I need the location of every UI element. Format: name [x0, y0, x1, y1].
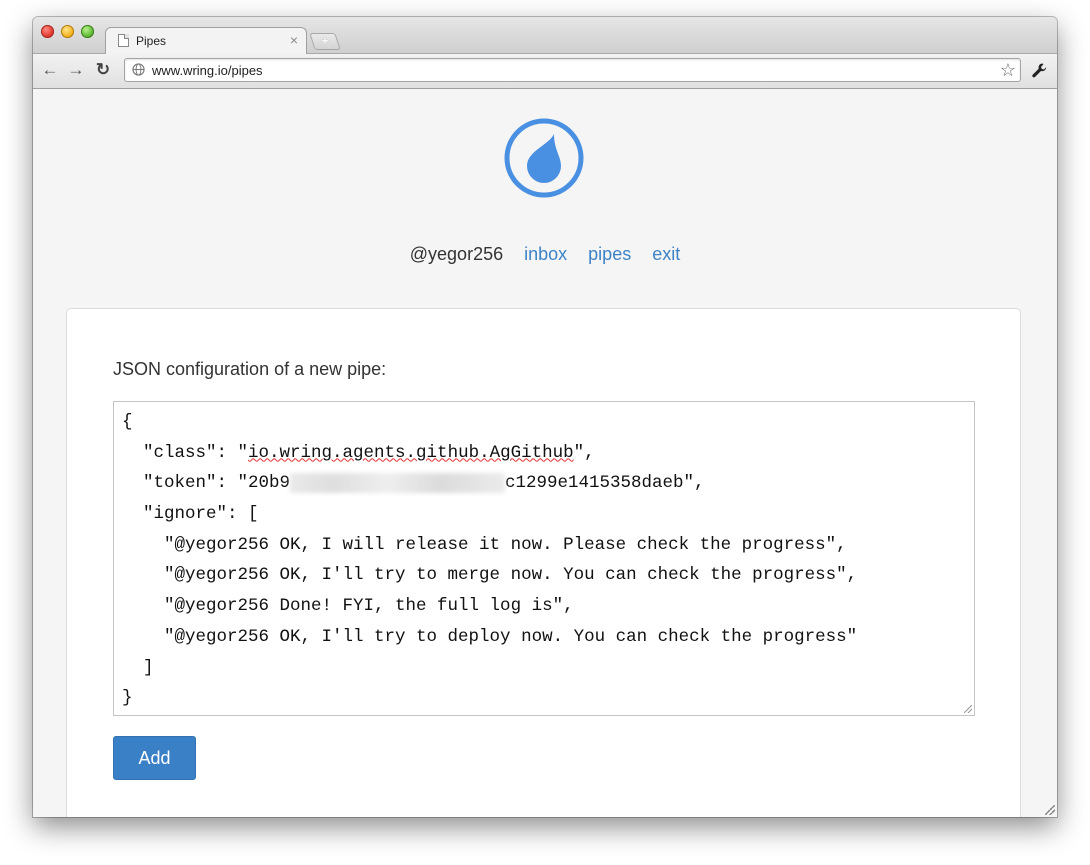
new-tab-button[interactable]: + — [309, 33, 341, 50]
reload-button[interactable]: ↻ — [93, 60, 113, 80]
url-text: www.wring.io/pipes — [152, 63, 263, 78]
token-prefix: "token": "20b9 — [122, 473, 291, 494]
page-content: @yegor256 inbox pipes exit JSON configur… — [33, 89, 1057, 817]
globe-icon — [132, 63, 145, 76]
code-line-token: "token": "20b9 c1299e1415358daeb", — [122, 468, 974, 499]
browser-toolbar: ← → ↻ www.wring.io/pipes ☆ — [33, 54, 1057, 89]
code-line: "ignore": [ — [122, 504, 259, 525]
code-line: "@yegor256 OK, I'll try to merge now. Yo… — [122, 565, 858, 586]
code-line-class: "class": "io.wring.agents.github.AgGithu… — [122, 438, 974, 469]
forward-button[interactable]: → — [66, 60, 86, 80]
nav-link-inbox[interactable]: inbox — [524, 244, 567, 264]
code-line: } — [122, 688, 133, 709]
close-window-button[interactable] — [41, 25, 54, 38]
star-icon[interactable]: ☆ — [1000, 60, 1016, 80]
arrow-right-icon: → — [67, 60, 85, 79]
textarea-resize-handle[interactable] — [964, 705, 972, 713]
class-value: io.wring.agents.github.AgGithub — [248, 442, 574, 463]
code-line: "@yegor256 Done! FYI, the full log is", — [122, 596, 574, 617]
token-suffix: c1299e1415358daeb", — [505, 473, 705, 494]
add-button[interactable]: Add — [113, 736, 196, 780]
browser-window: Pipes × + ← → ↻ www.wring.io/pipes ☆ @ye… — [33, 17, 1057, 817]
plus-icon: + — [321, 34, 329, 48]
nav-link-exit[interactable]: exit — [652, 244, 680, 264]
wrench-icon[interactable] — [1031, 62, 1049, 80]
json-config-label: JSON configuration of a new pipe: — [113, 359, 387, 379]
code-line: "@yegor256 OK, I'll try to deploy now. Y… — [122, 626, 858, 647]
json-config-textarea[interactable]: { "class": "io.wring.agents.github.AgGit… — [113, 401, 975, 716]
code-line: { — [122, 412, 133, 432]
new-pipe-panel: JSON configuration of a new pipe: { "cla… — [66, 308, 1021, 817]
code-line: "@yegor256 OK, I will release it now. Pl… — [122, 534, 847, 555]
nav-link-pipes[interactable]: pipes — [588, 244, 631, 264]
class-suffix: ", — [573, 442, 595, 463]
reload-icon: ↻ — [95, 60, 111, 79]
blurred-token-segment — [290, 472, 506, 493]
document-icon — [118, 34, 129, 47]
address-bar[interactable]: www.wring.io/pipes ☆ — [124, 58, 1021, 82]
zoom-window-button[interactable] — [81, 25, 94, 38]
code-line: ] — [122, 657, 154, 678]
wring-logo-icon — [504, 118, 584, 198]
arrow-left-icon: ← — [41, 60, 59, 79]
class-key: "class": " — [122, 442, 249, 463]
tab-pipes[interactable]: Pipes × — [105, 27, 307, 55]
minimize-window-button[interactable] — [61, 25, 74, 38]
back-button[interactable]: ← — [40, 60, 60, 80]
username: @yegor256 — [409, 244, 504, 264]
tab-strip: Pipes × + — [33, 17, 1057, 55]
user-nav: @yegor256 inbox pipes exit — [33, 244, 1057, 265]
tab-title: Pipes — [136, 34, 167, 48]
tab-close-icon[interactable]: × — [290, 32, 298, 48]
window-resize-handle[interactable] — [1045, 805, 1055, 815]
